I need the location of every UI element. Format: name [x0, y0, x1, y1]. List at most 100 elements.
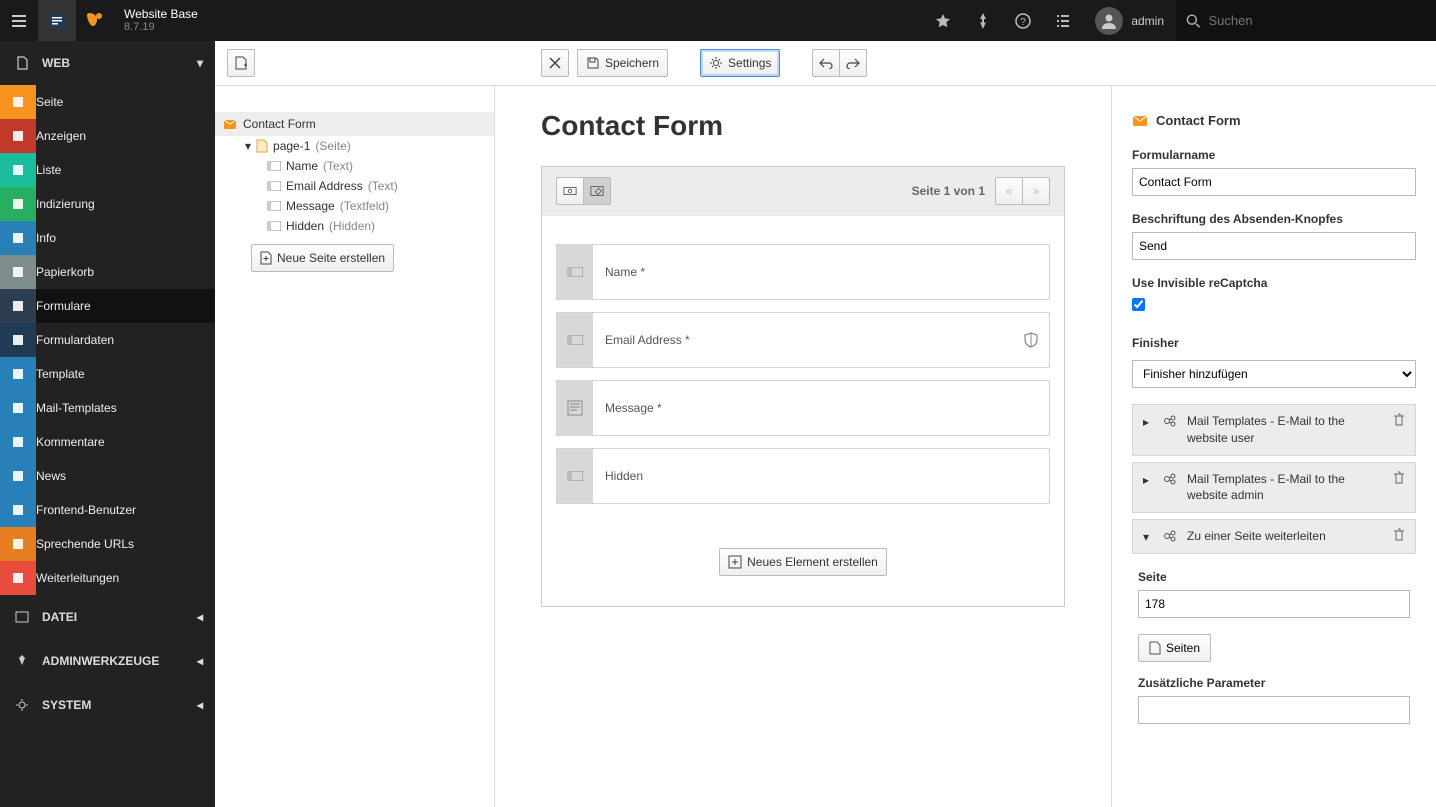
nav-item-label: Papierkorb [36, 265, 94, 279]
folder-icon [12, 610, 32, 624]
sidebar-item[interactable]: Sprechende URLs [0, 527, 215, 561]
save-button[interactable]: Speichern [577, 49, 668, 77]
preview-mode-button[interactable] [556, 177, 584, 205]
redo-button[interactable] [839, 49, 867, 77]
tree-field[interactable]: Hidden (Hidden) [215, 216, 494, 236]
sidebar-item[interactable]: Anzeigen [0, 119, 215, 153]
tree-field[interactable]: Email Address (Text) [215, 176, 494, 196]
nav-section-datei[interactable]: DATEI ◂ [0, 595, 215, 639]
search-input[interactable] [1208, 13, 1422, 28]
inspector-heading: Contact Form [1156, 113, 1241, 128]
rocket-icon [12, 654, 32, 668]
pages-picker-button[interactable]: Seiten [1138, 634, 1211, 662]
nav-item-label: Formulare [36, 299, 91, 313]
delete-icon[interactable] [1393, 413, 1405, 427]
tree-field-meta: (Textfeld) [340, 199, 389, 213]
prev-page-button[interactable]: « [995, 177, 1023, 205]
nav-item-label: Mail-Templates [36, 401, 117, 415]
page-count: Seite 1 von 1 [912, 184, 985, 198]
nav-item-label: News [36, 469, 66, 483]
form-icon [1132, 112, 1148, 128]
sidebar-item[interactable]: Seite [0, 85, 215, 119]
typo3-logo[interactable] [76, 0, 114, 41]
element-handle[interactable] [557, 245, 593, 299]
list-icon[interactable] [1043, 0, 1083, 41]
nav-section-web[interactable]: WEB ▾ [0, 41, 215, 85]
chevron-icon[interactable]: ▸ [1143, 415, 1155, 429]
close-icon [549, 57, 561, 69]
form-element[interactable]: Message * [556, 380, 1050, 436]
user-menu[interactable]: admin [1083, 0, 1176, 41]
recaptcha-checkbox[interactable] [1132, 298, 1145, 311]
tree-field-name: Name [286, 159, 318, 173]
nav-section-adminwerkzeuge[interactable]: ADMINWERKZEUGE ◂ [0, 639, 215, 683]
tree-page[interactable]: ▾ page-1 (Seite) [215, 136, 494, 156]
finisher-select[interactable]: Finisher hinzufügen [1132, 360, 1416, 388]
chevron-left-icon: ◂ [197, 654, 203, 668]
settings-button[interactable]: Settings [700, 49, 780, 77]
stage-column: Contact Form Seite 1 von 1 [495, 86, 1111, 807]
star-icon[interactable] [923, 0, 963, 41]
finisher-item[interactable]: ▸Mail Templates - E-Mail to the website … [1132, 404, 1416, 456]
nav-section-system[interactable]: SYSTEM ◂ [0, 683, 215, 727]
element-handle[interactable] [557, 313, 593, 367]
next-page-button[interactable]: » [1022, 177, 1050, 205]
tree-root[interactable]: Contact Form [215, 112, 494, 136]
svg-text:?: ? [1021, 17, 1027, 28]
help-icon[interactable]: ? [1003, 0, 1043, 41]
form-module-icon [48, 12, 66, 30]
form-element[interactable]: Email Address * [556, 312, 1050, 368]
sidebar-item[interactable]: Papierkorb [0, 255, 215, 289]
nav-item-label: Sprechende URLs [36, 537, 134, 551]
delete-icon[interactable] [1393, 471, 1405, 485]
sidebar-item[interactable]: Frontend-Benutzer [0, 493, 215, 527]
form-element[interactable]: Name * [556, 244, 1050, 300]
sidebar-item[interactable]: Indizierung [0, 187, 215, 221]
form-element[interactable]: Hidden [556, 448, 1050, 504]
nav-item-icon [0, 459, 36, 493]
delete-icon[interactable] [1393, 528, 1405, 542]
finisher-item[interactable]: ▾Zu einer Seite weiterleiten [1132, 519, 1416, 554]
seite-input[interactable] [1138, 590, 1410, 618]
sidebar-item[interactable]: News [0, 459, 215, 493]
sidebar-item[interactable]: Info [0, 221, 215, 255]
menu-toggle[interactable] [0, 0, 38, 41]
submitlabel-input[interactable] [1132, 232, 1416, 260]
search-box[interactable] [1176, 0, 1436, 41]
element-handle[interactable] [557, 381, 593, 435]
tree-field[interactable]: Name (Text) [215, 156, 494, 176]
sidebar-item[interactable]: Mail-Templates [0, 391, 215, 425]
chevron-left-icon: ◂ [197, 610, 203, 624]
field-extra: Zusätzliche Parameter [1138, 676, 1410, 724]
field-formname: Formularname [1132, 148, 1416, 196]
tree-field-meta: (Hidden) [329, 219, 375, 233]
finisher-heading: Finisher [1132, 336, 1416, 350]
formname-label: Formularname [1132, 148, 1416, 162]
nav-item-label: Weiterleitungen [36, 571, 119, 585]
chevron-icon[interactable]: ▸ [1143, 473, 1155, 487]
sidebar-item[interactable]: Template [0, 357, 215, 391]
sidebar-item[interactable]: Kommentare [0, 425, 215, 459]
sidebar-item[interactable]: Formulardaten [0, 323, 215, 357]
sidebar-item[interactable]: Formulare [0, 289, 215, 323]
gear-icon [12, 698, 32, 712]
chevron-down-icon: ▾ [197, 56, 203, 70]
new-button[interactable] [227, 49, 255, 77]
nav-item-icon [0, 357, 36, 391]
finisher-item[interactable]: ▸Mail Templates - E-Mail to the website … [1132, 462, 1416, 514]
close-button[interactable] [541, 49, 569, 77]
tree-field[interactable]: Message (Textfeld) [215, 196, 494, 216]
sidebar-item[interactable]: Weiterleitungen [0, 561, 215, 595]
edit-mode-button[interactable] [583, 177, 611, 205]
formname-input[interactable] [1132, 168, 1416, 196]
nav-item-icon [0, 561, 36, 595]
undo-button[interactable] [812, 49, 840, 77]
chevron-icon[interactable]: ▾ [1143, 530, 1155, 544]
module-icon[interactable] [38, 0, 76, 41]
sidebar-item[interactable]: Liste [0, 153, 215, 187]
extra-input[interactable] [1138, 696, 1410, 724]
element-handle[interactable] [557, 449, 593, 503]
new-element-button[interactable]: Neues Element erstellen [719, 548, 887, 576]
cache-icon[interactable] [963, 0, 1003, 41]
new-page-button[interactable]: Neue Seite erstellen [251, 244, 394, 272]
